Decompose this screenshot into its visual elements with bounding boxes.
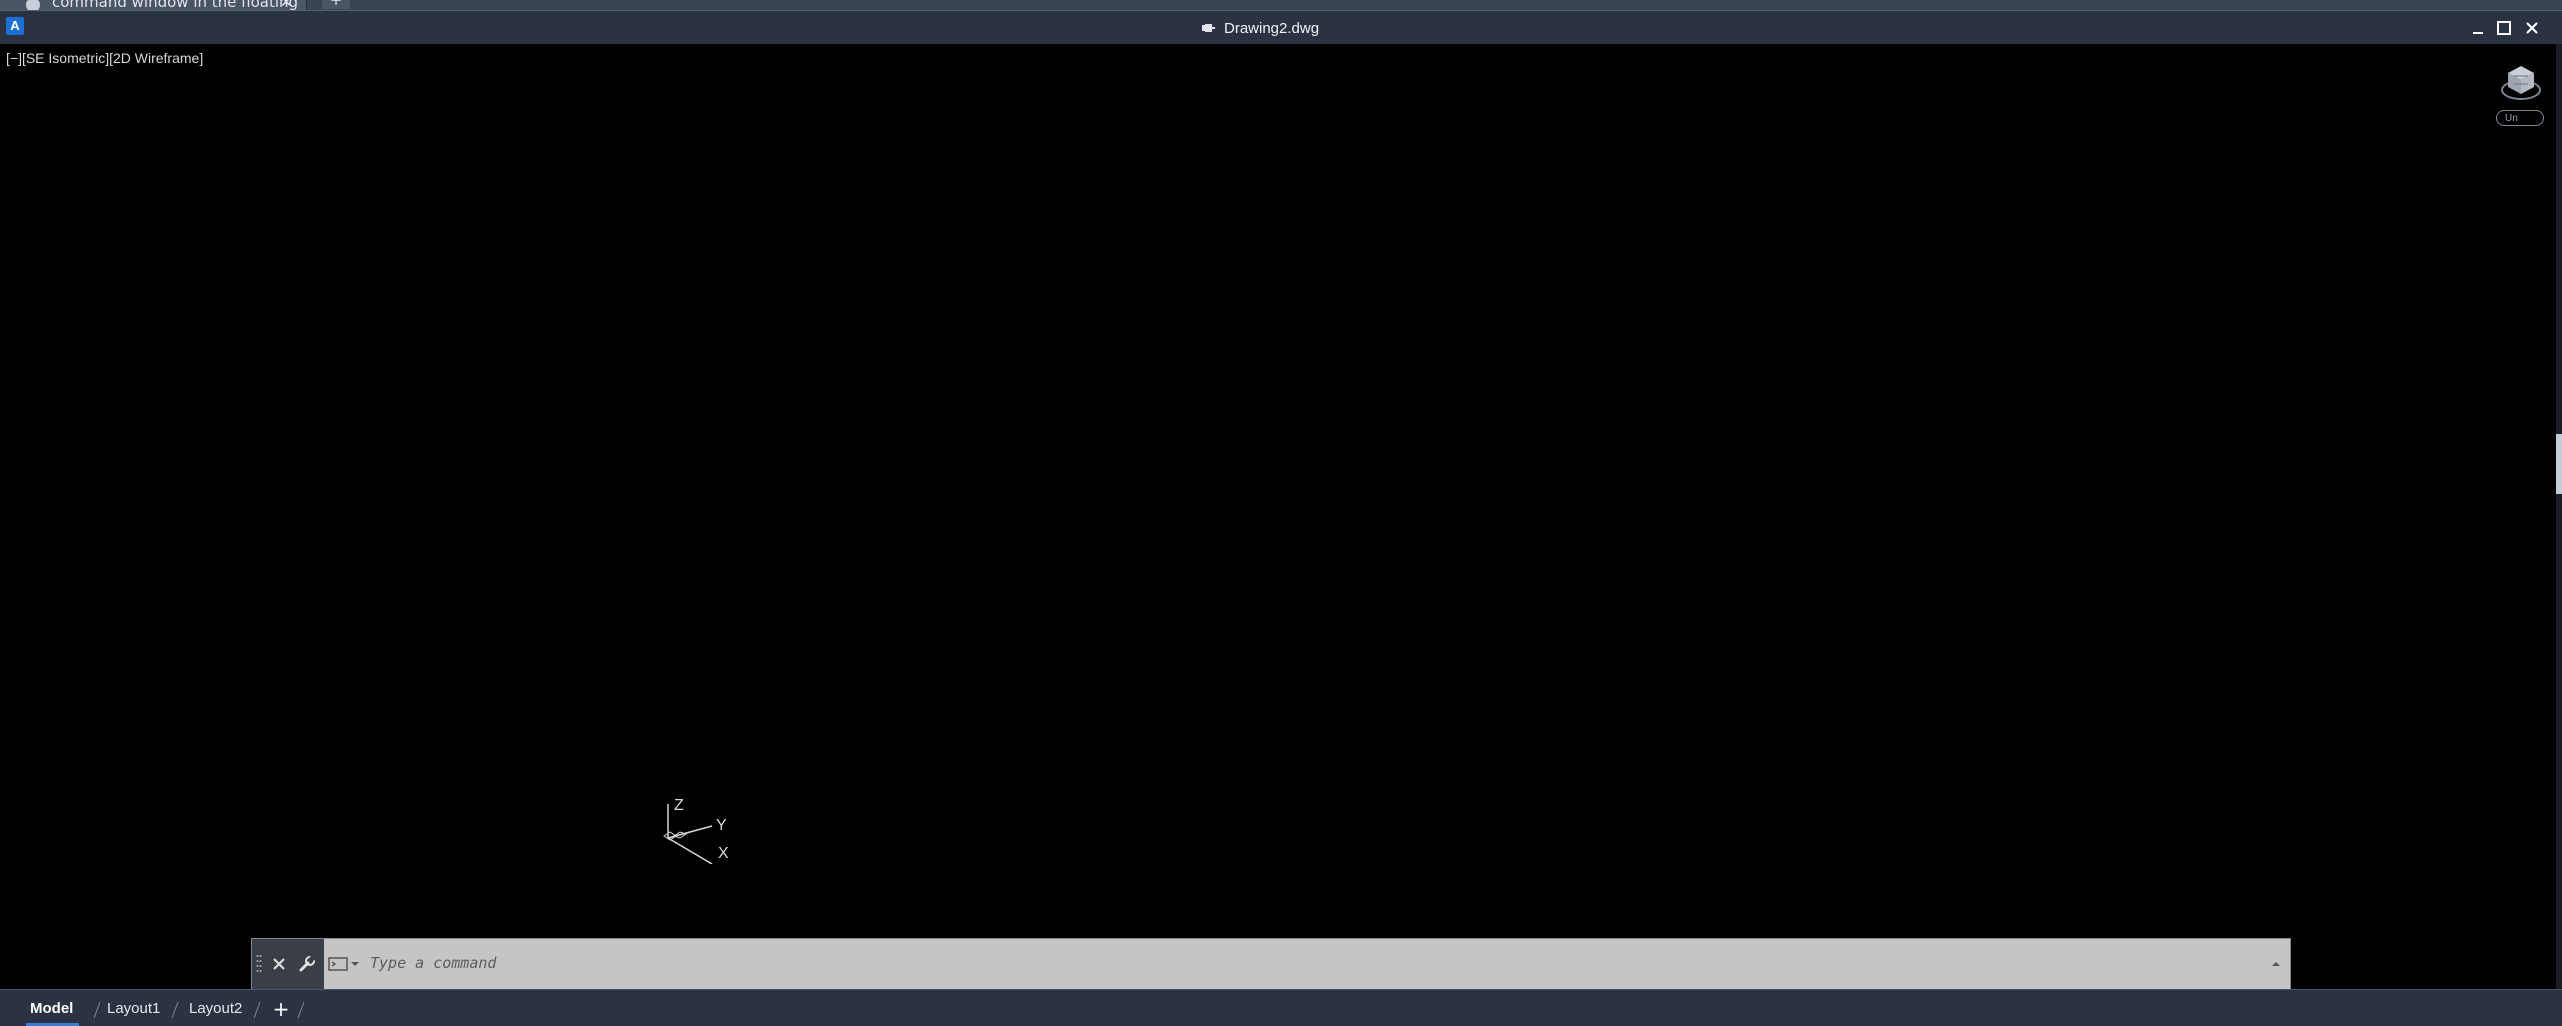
tab-layout1[interactable]: Layout1 xyxy=(107,998,160,1020)
document-tab-strip: command window in the floating ✕ + xyxy=(0,0,2562,10)
customize-button[interactable] xyxy=(296,953,318,975)
command-line-handle xyxy=(252,939,324,989)
ucs-y-label: Y xyxy=(716,817,727,834)
pin-icon[interactable] xyxy=(1200,20,1216,36)
close-button[interactable] xyxy=(2520,17,2544,39)
ucs-z-label: Z xyxy=(674,797,684,814)
autocad-app-icon[interactable]: A xyxy=(6,17,24,35)
minimize-icon xyxy=(2473,32,2483,34)
command-line-close-button[interactable] xyxy=(268,953,290,975)
command-history-toggle[interactable] xyxy=(2262,939,2290,989)
ucs-menu-button[interactable]: Un xyxy=(2496,110,2544,126)
chevron-up-icon xyxy=(2272,962,2280,966)
browser-tab-icon xyxy=(26,0,40,10)
drag-grip-icon[interactable] xyxy=(256,953,262,975)
ucs-axis-icon: Z Y X xyxy=(663,797,729,864)
tab-model[interactable]: Model xyxy=(25,998,80,1026)
command-prompt-icon xyxy=(328,957,348,971)
document-title-group: Drawing2.dwg xyxy=(1200,17,1319,39)
add-layout-button[interactable]: + xyxy=(270,999,292,1021)
scrollbar-thumb[interactable] xyxy=(2556,434,2562,494)
command-line xyxy=(251,938,2291,990)
close-icon xyxy=(273,958,285,970)
drawing-title-bar: A Drawing2.dwg xyxy=(0,10,2562,45)
maximize-button[interactable] xyxy=(2492,17,2516,39)
new-tab-button[interactable]: + xyxy=(322,0,350,9)
tab-separator xyxy=(171,1001,179,1019)
command-input[interactable] xyxy=(364,939,2262,987)
minimize-button[interactable] xyxy=(2466,17,2490,39)
tab-separator xyxy=(93,1001,101,1019)
tab-close-icon[interactable]: ✕ xyxy=(280,0,293,10)
recent-commands-button[interactable] xyxy=(324,939,364,989)
close-icon xyxy=(2526,22,2538,34)
tab-layout2[interactable]: Layout2 xyxy=(189,998,242,1020)
viewcube[interactable]: Un xyxy=(2496,60,2546,130)
layout-tab-bar: Model Layout1 Layout2 + xyxy=(0,989,2562,1026)
tab-separator xyxy=(297,1001,305,1019)
ucs-x-label: X xyxy=(718,845,729,862)
viewcube-icon xyxy=(2501,66,2541,100)
chevron-down-icon xyxy=(351,962,359,966)
viewport-controls-label[interactable]: [−][SE Isometric][2D Wireframe] xyxy=(6,50,203,66)
document-title: Drawing2.dwg xyxy=(1224,19,1320,37)
document-tab-label: command window in the floating xyxy=(52,0,299,10)
wrench-icon xyxy=(299,955,316,972)
viewport-scrollbar[interactable] xyxy=(2556,44,2562,989)
maximize-icon xyxy=(2497,21,2511,35)
tab-separator xyxy=(253,1001,261,1019)
model-viewport[interactable]: [−][SE Isometric][2D Wireframe] Un Z Y X xyxy=(0,44,2562,989)
document-tab[interactable]: command window in the floating ✕ xyxy=(0,0,307,10)
